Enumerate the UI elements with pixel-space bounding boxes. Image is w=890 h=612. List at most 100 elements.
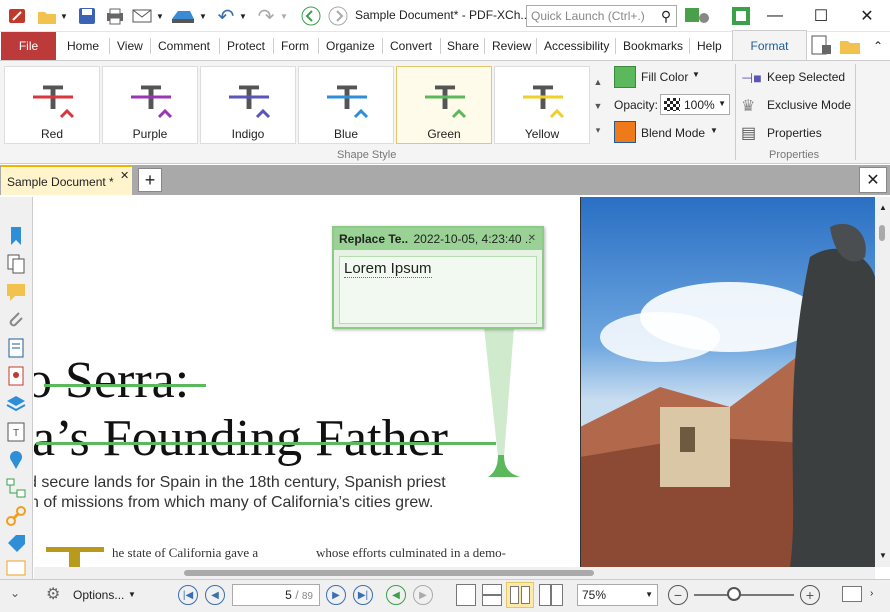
continuous-facing-icon[interactable] xyxy=(539,584,563,606)
chevron-down-icon[interactable]: ▼ xyxy=(692,70,700,79)
opacity-select[interactable]: 100% ▼ xyxy=(660,94,730,115)
menu-protect[interactable]: Protect xyxy=(227,39,265,53)
scan-icon[interactable] xyxy=(170,5,196,27)
search-icon[interactable]: ⚲ xyxy=(656,5,676,27)
menu-form[interactable]: Form xyxy=(281,39,309,53)
next-page-button[interactable]: ▶ xyxy=(326,585,346,605)
page-number-field[interactable]: 5 / 89 xyxy=(232,584,320,606)
last-page-button[interactable]: ▶| xyxy=(353,585,373,605)
new-tab-button[interactable]: + xyxy=(138,168,162,192)
blend-mode-button[interactable]: Blend Mode xyxy=(641,126,705,140)
close-window-button[interactable]: ✕ xyxy=(844,0,890,32)
quick-launch-input[interactable]: Quick Launch (Ctrl+.) xyxy=(526,5,677,27)
pages-icon[interactable] xyxy=(5,253,27,275)
facing-pages-button[interactable] xyxy=(506,582,534,608)
zoom-slider-track[interactable] xyxy=(694,594,794,596)
fill-color-button[interactable]: Fill Color xyxy=(641,70,688,84)
close-icon[interactable]: ✕ xyxy=(120,169,129,182)
menu-accessibility[interactable]: Accessibility xyxy=(544,39,609,53)
fit-page-icon[interactable] xyxy=(842,586,862,602)
articles-icon[interactable] xyxy=(5,559,27,577)
single-page-icon[interactable] xyxy=(456,584,476,606)
folder-icon[interactable] xyxy=(838,35,862,57)
form-fields-icon[interactable]: T xyxy=(5,421,27,443)
layers-icon[interactable] xyxy=(5,393,27,415)
menu-comment[interactable]: Comment xyxy=(158,39,210,53)
style-indigo-button[interactable]: T Indigo xyxy=(200,66,296,144)
menu-organize[interactable]: Organize xyxy=(326,39,375,53)
zoom-select[interactable]: 75% ▼ xyxy=(577,584,658,606)
style-yellow-button[interactable]: T Yellow xyxy=(494,66,590,144)
document-icon[interactable] xyxy=(5,337,27,359)
blend-mode-icon[interactable] xyxy=(614,121,636,143)
continuous-page-icon[interactable] xyxy=(482,584,502,606)
style-gallery-scroll[interactable]: ▲ ▼ ▾ xyxy=(592,70,604,142)
links-icon[interactable] xyxy=(5,505,27,527)
chevron-down-icon[interactable]: ▼ xyxy=(198,5,208,27)
first-page-button[interactable]: |◀ xyxy=(178,585,198,605)
vertical-scrollbar[interactable]: ▲ ▼ xyxy=(875,197,890,567)
open-folder-icon[interactable] xyxy=(36,5,58,27)
location-icon[interactable] xyxy=(5,449,27,471)
menu-share[interactable]: Share xyxy=(447,39,479,53)
expand-icon[interactable]: ⌄ xyxy=(10,586,20,600)
menu-format[interactable]: Format xyxy=(732,30,807,61)
structure-icon[interactable] xyxy=(5,477,27,499)
menu-view[interactable]: View xyxy=(117,39,143,53)
scroll-up-icon[interactable]: ▲ xyxy=(879,203,887,212)
properties-button[interactable]: Properties xyxy=(767,126,822,140)
comment-header[interactable]: Replace Te.. 2022-10-05, 4:23:40 .. ✕ xyxy=(334,228,542,250)
attachment-icon[interactable] xyxy=(5,309,27,331)
exclusive-mode-button[interactable]: Exclusive Mode xyxy=(767,98,851,112)
menu-home[interactable]: Home xyxy=(67,39,99,53)
scrollbar-thumb[interactable] xyxy=(879,225,885,241)
maximize-button[interactable]: ☐ xyxy=(798,0,844,32)
signature-icon[interactable] xyxy=(5,365,27,387)
strikeout-mark[interactable] xyxy=(44,384,206,387)
forward-icon[interactable] xyxy=(327,5,349,27)
fullscreen-icon[interactable] xyxy=(730,5,752,27)
zoom-in-button[interactable]: + xyxy=(800,585,820,605)
more-icon[interactable]: › xyxy=(870,588,873,599)
scrollbar-thumb[interactable] xyxy=(184,570,594,576)
chevron-down-icon[interactable]: ▼ xyxy=(710,126,718,135)
back-view-button[interactable]: ◀ xyxy=(386,585,406,605)
style-blue-button[interactable]: T Blue xyxy=(298,66,394,144)
comment-popup[interactable]: Replace Te.. 2022-10-05, 4:23:40 .. ✕ Lo… xyxy=(332,226,544,329)
back-icon[interactable] xyxy=(300,5,322,27)
close-icon[interactable]: ✕ xyxy=(528,233,536,244)
comments-icon[interactable] xyxy=(5,281,27,303)
settings-icon[interactable] xyxy=(683,5,713,27)
menu-review[interactable]: Review xyxy=(492,39,531,53)
tab-sample-document[interactable]: Sample Document * ✕ xyxy=(1,165,132,195)
save-icon[interactable] xyxy=(76,5,98,27)
horizontal-scrollbar[interactable] xyxy=(34,567,875,579)
style-red-button[interactable]: T Red xyxy=(4,66,100,144)
comment-text-field[interactable]: Lorem Ipsum xyxy=(339,256,537,324)
fill-color-swatch[interactable] xyxy=(614,66,636,88)
gear-icon[interactable]: ⚙ xyxy=(46,584,60,604)
document-properties-icon[interactable] xyxy=(809,35,833,57)
email-icon[interactable] xyxy=(132,5,154,27)
collapse-ribbon-icon[interactable]: ⌃ xyxy=(870,35,886,57)
chevron-down-icon[interactable]: ▼ xyxy=(58,5,70,27)
print-icon[interactable] xyxy=(104,5,126,27)
bookmark-icon[interactable] xyxy=(5,225,27,247)
style-purple-button[interactable]: T Purple xyxy=(102,66,198,144)
zoom-slider-thumb[interactable] xyxy=(727,587,741,601)
chevron-down-icon[interactable]: ▼ xyxy=(155,5,165,27)
undo-icon[interactable]: ↶ xyxy=(214,5,238,28)
style-green-button[interactable]: T Green xyxy=(396,66,492,144)
minimize-button[interactable]: — xyxy=(752,0,798,32)
keep-selected-button[interactable]: Keep Selected xyxy=(767,70,845,84)
menu-help[interactable]: Help xyxy=(697,39,722,53)
scroll-down-icon[interactable]: ▼ xyxy=(879,551,887,560)
redo-icon[interactable]: ↷ xyxy=(254,5,278,28)
menu-file[interactable]: File xyxy=(1,32,56,60)
forward-view-button[interactable]: ▶ xyxy=(413,585,433,605)
menu-bookmarks[interactable]: Bookmarks xyxy=(623,39,683,53)
close-document-button[interactable]: ✕ xyxy=(859,167,887,193)
zoom-out-button[interactable]: − xyxy=(668,585,688,605)
options-button[interactable]: Options... xyxy=(73,588,124,602)
chevron-down-icon[interactable]: ▼ xyxy=(128,590,136,599)
